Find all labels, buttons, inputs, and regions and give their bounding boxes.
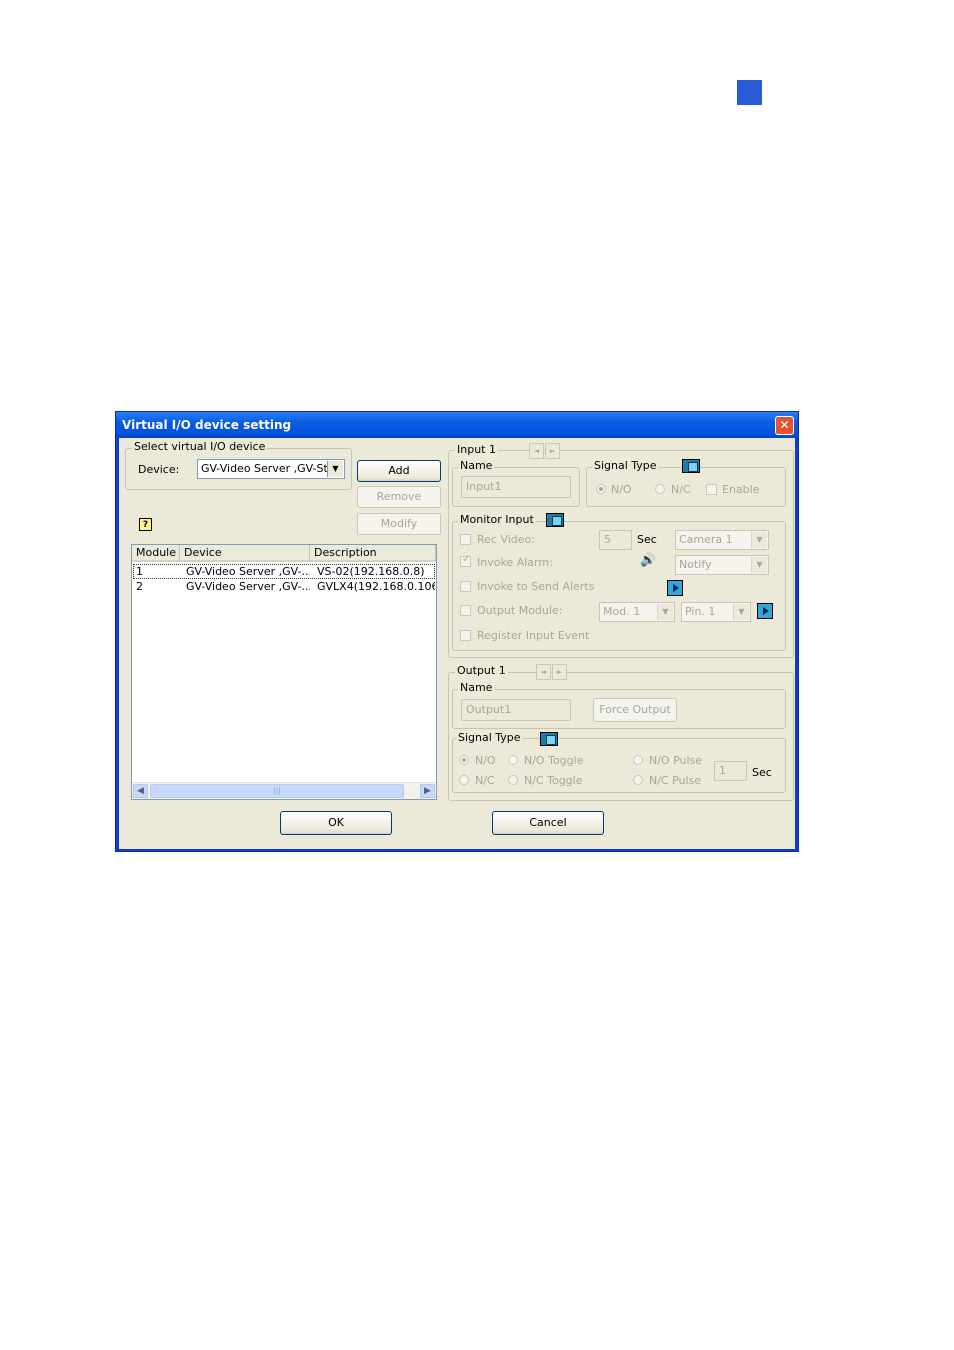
rec-sec-label: Sec — [637, 533, 657, 546]
table-row[interactable]: 1 GV-Video Server ,GV-... VS-02(192.168.… — [133, 564, 435, 579]
output-next-icon[interactable]: ► — [552, 664, 567, 680]
input-nc-radio[interactable] — [655, 484, 665, 494]
page-marker — [737, 80, 762, 105]
input-prev-icon[interactable]: ◄ — [529, 443, 544, 459]
device-select[interactable]: GV-Video Server ,GV-Star ▼ — [197, 459, 345, 479]
settings-icon[interactable] — [682, 459, 700, 473]
cell-description: GVLX4(192.168.0.106) — [317, 580, 435, 593]
output-nc-radio[interactable] — [459, 775, 469, 785]
chevron-down-icon[interactable]: ▼ — [751, 557, 767, 573]
input-name-field[interactable]: Input1 — [461, 476, 571, 498]
horizontal-scrollbar[interactable]: ◀ ||| ▶ — [132, 782, 436, 799]
rec-seconds-field[interactable]: 5 — [599, 530, 632, 550]
output-nc-label: N/C — [475, 774, 495, 787]
pin-select-value: Pin. 1 — [685, 605, 716, 618]
close-button[interactable]: ✕ — [775, 416, 794, 435]
chevron-down-icon[interactable]: ▼ — [751, 532, 767, 548]
scroll-thumb[interactable]: ||| — [150, 784, 404, 798]
output-nc-toggle-label: N/C Toggle — [524, 774, 583, 787]
invoke-alarm-label: Invoke Alarm: — [477, 556, 553, 569]
dialog-client: Select virtual I/O device Device: GV-Vid… — [119, 438, 795, 849]
play-arrow-icon[interactable] — [667, 580, 683, 596]
output-no-pulse-radio[interactable] — [633, 755, 643, 765]
output-module-label: Output Module: — [477, 604, 563, 617]
chevron-down-icon[interactable]: ▼ — [327, 461, 343, 477]
scroll-left-icon[interactable]: ◀ — [133, 784, 148, 798]
dialog-title: Virtual I/O device setting — [122, 418, 292, 432]
dialog-window: Virtual I/O device setting ✕ Select virt… — [115, 411, 799, 852]
output-no-toggle-radio[interactable] — [508, 755, 518, 765]
output-legend: Output 1 — [455, 664, 508, 677]
register-event-label: Register Input Event — [477, 629, 590, 642]
cell-module: 2 — [136, 580, 143, 593]
settings-icon[interactable] — [546, 513, 564, 527]
camera-select-value: Camera 1 — [679, 533, 733, 546]
cell-module: 1 — [136, 565, 143, 578]
camera-select[interactable]: Camera 1 ▼ — [675, 530, 769, 550]
device-label: Device: — [138, 463, 180, 476]
output-name-field[interactable]: Output1 — [461, 699, 571, 721]
close-icon: ✕ — [779, 418, 790, 432]
pulse-sec-label: Sec — [752, 766, 772, 779]
pulse-seconds-field[interactable]: 1 — [714, 761, 747, 781]
column-header-module[interactable]: Module — [132, 545, 180, 562]
register-event-checkbox[interactable] — [460, 630, 471, 641]
add-button[interactable]: Add — [357, 460, 441, 482]
output-signal-legend: Signal Type — [456, 731, 523, 744]
output-nc-toggle-radio[interactable] — [508, 775, 518, 785]
notify-select[interactable]: Notify ▼ — [675, 555, 769, 575]
notify-select-value: Notify — [679, 558, 712, 571]
output-no-radio[interactable] — [459, 755, 469, 765]
invoke-alerts-label: Invoke to Send Alerts — [477, 580, 595, 593]
table-row[interactable]: 2 GV-Video Server ,GV-... GVLX4(192.168.… — [133, 579, 435, 594]
speaker-icon[interactable]: 🔊 — [640, 554, 656, 567]
cell-description: VS-02(192.168.0.8) — [317, 565, 425, 578]
invoke-alarm-checkbox[interactable] — [460, 554, 471, 567]
help-icon[interactable]: ? — [139, 518, 152, 531]
input-nc-label: N/C — [671, 483, 691, 496]
output-no-toggle-label: N/O Toggle — [524, 754, 584, 767]
modify-button[interactable]: Modify — [357, 513, 441, 535]
input-enable-checkbox[interactable] — [706, 484, 717, 495]
column-header-device[interactable]: Device — [180, 545, 310, 562]
device-list[interactable]: Module Device Description 1 GV-Video Ser… — [131, 544, 437, 800]
module-select-value: Mod. 1 — [603, 605, 641, 618]
input-next-icon[interactable]: ► — [545, 443, 560, 459]
output-no-label: N/O — [475, 754, 496, 767]
chevron-down-icon[interactable]: ▼ — [733, 604, 749, 620]
rec-video-label: Rec Video: — [477, 533, 535, 546]
column-header-description[interactable]: Description — [310, 545, 436, 562]
input-signal-legend: Signal Type — [592, 459, 659, 472]
output-no-pulse-label: N/O Pulse — [649, 754, 703, 767]
module-select[interactable]: Mod. 1 ▼ — [599, 602, 675, 622]
ok-button[interactable]: OK — [280, 811, 392, 835]
select-device-legend: Select virtual I/O device — [132, 440, 268, 453]
cell-device: GV-Video Server ,GV-... — [186, 580, 310, 593]
input-no-radio[interactable] — [596, 484, 606, 494]
pin-select[interactable]: Pin. 1 ▼ — [681, 602, 751, 622]
chevron-down-icon[interactable]: ▼ — [657, 604, 673, 620]
output-module-checkbox[interactable] — [460, 605, 471, 616]
input-no-label: N/O — [611, 483, 632, 496]
output-prev-icon[interactable]: ◄ — [536, 664, 551, 680]
input-name-legend: Name — [458, 459, 495, 472]
remove-button[interactable]: Remove — [357, 486, 441, 508]
output-nc-pulse-label: N/C Pulse — [649, 774, 702, 787]
device-select-value: GV-Video Server ,GV-Star — [201, 462, 340, 475]
play-arrow-icon[interactable] — [757, 603, 773, 619]
invoke-alerts-checkbox[interactable] — [460, 581, 471, 592]
settings-icon[interactable] — [540, 732, 558, 746]
monitor-input-legend: Monitor Input — [458, 513, 536, 526]
rec-video-checkbox[interactable] — [460, 534, 471, 545]
scroll-right-icon[interactable]: ▶ — [420, 784, 435, 798]
cancel-button[interactable]: Cancel — [492, 811, 604, 835]
output-nc-pulse-radio[interactable] — [633, 775, 643, 785]
force-output-button[interactable]: Force Output — [593, 698, 677, 722]
input-legend: Input 1 — [455, 443, 498, 456]
cell-device: GV-Video Server ,GV-... — [186, 565, 310, 578]
output-name-legend: Name — [458, 681, 495, 694]
input-enable-label: Enable — [722, 483, 760, 496]
title-bar: Virtual I/O device setting — [116, 412, 798, 438]
